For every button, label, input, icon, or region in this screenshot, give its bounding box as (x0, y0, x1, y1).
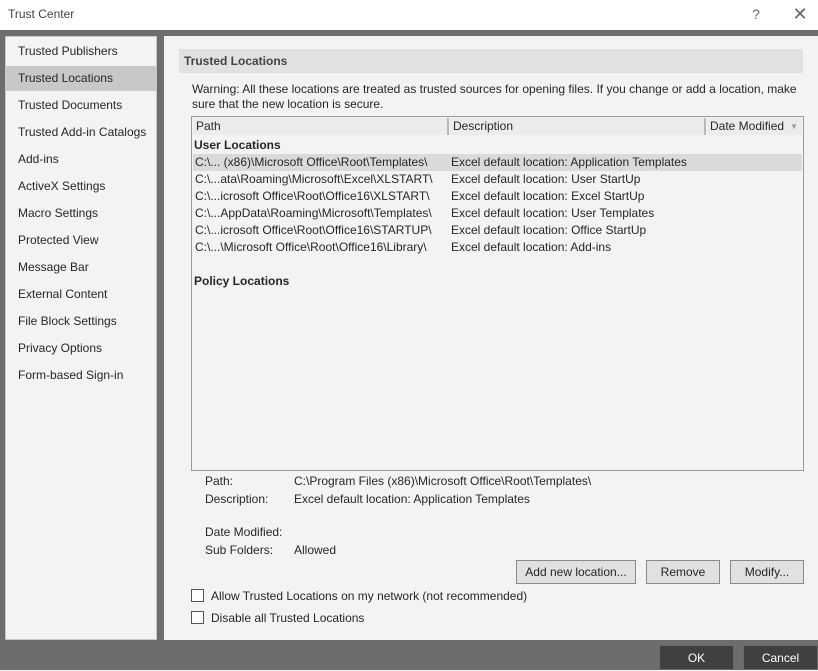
column-header-date-modified[interactable]: Date Modified ▼ (707, 118, 802, 135)
row-path: C:\...ata\Roaming\Microsoft\Excel\XLSTAR… (195, 172, 433, 186)
close-icon[interactable]: ✕ (790, 4, 810, 24)
group-label-policy-locations: Policy Locations (194, 274, 290, 288)
sidebar-item-activex-settings[interactable]: ActiveX Settings (6, 174, 156, 199)
row-description: Excel default location: Office StartUp (451, 223, 647, 237)
row-description: Excel default location: Application Temp… (451, 155, 687, 169)
allow-network-label[interactable]: Allow Trusted Locations on my network (n… (211, 588, 527, 604)
row-description: Excel default location: User StartUp (451, 172, 641, 186)
detail-sub-folders-value: Allowed (294, 543, 337, 557)
sidebar-item-form-based-sign-in[interactable]: Form-based Sign-in (6, 363, 156, 388)
sidebar-item-message-bar[interactable]: Message Bar (6, 255, 156, 280)
help-icon[interactable]: ? (746, 4, 766, 24)
sidebar: Trusted Publishers Trusted Locations Tru… (5, 36, 157, 640)
column-header-path[interactable]: Path (193, 118, 449, 135)
locations-list[interactable]: Path Description Date Modified ▼ User Lo… (191, 116, 804, 471)
row-description: Excel default location: Excel StartUp (451, 189, 645, 203)
sidebar-item-external-content[interactable]: External Content (6, 282, 156, 307)
column-header-date-modified-label: Date Modified (710, 119, 785, 133)
detail-date-modified-label: Date Modified: (205, 525, 283, 539)
detail-sub-folders-label: Sub Folders: (205, 543, 274, 557)
row-description: Excel default location: User Templates (451, 206, 655, 220)
row-path: C:\... (x86)\Microsoft Office\Root\Templ… (195, 155, 428, 169)
row-path: C:\...AppData\Roaming\Microsoft\Template… (195, 206, 432, 220)
window-title: Trust Center (8, 7, 75, 21)
detail-path-value: C:\Program Files (x86)\Microsoft Office\… (294, 474, 592, 488)
sidebar-item-privacy-options[interactable]: Privacy Options (6, 336, 156, 361)
detail-description-label: Description: (205, 492, 269, 506)
row-path: C:\...icrosoft Office\Root\Office16\STAR… (195, 223, 432, 237)
sidebar-item-trusted-documents[interactable]: Trusted Documents (6, 93, 156, 118)
detail-path-label: Path: (205, 474, 234, 488)
modify-button[interactable]: Modify... (730, 560, 804, 584)
sort-descending-icon: ▼ (790, 122, 798, 131)
sidebar-item-trusted-publishers[interactable]: Trusted Publishers (6, 39, 156, 64)
row-path: C:\...icrosoft Office\Root\Office16\XLST… (195, 189, 430, 203)
sidebar-item-trusted-add-in-catalogs[interactable]: Trusted Add-in Catalogs (6, 120, 156, 145)
sidebar-item-macro-settings[interactable]: Macro Settings (6, 201, 156, 226)
table-row[interactable]: C:\...\Microsoft Office\Root\Office16\Li… (193, 239, 802, 256)
ok-button[interactable]: OK (659, 645, 734, 670)
table-row[interactable]: C:\...AppData\Roaming\Microsoft\Template… (193, 205, 802, 222)
title-bar: Trust Center ? ✕ (0, 0, 818, 30)
cancel-button[interactable]: Cancel (743, 645, 818, 670)
checkbox-box[interactable] (191, 589, 204, 602)
main-panel: Trusted Locations Warning: All these loc… (164, 36, 818, 640)
row-path: C:\...\Microsoft Office\Root\Office16\Li… (195, 240, 427, 254)
sidebar-item-trusted-locations[interactable]: Trusted Locations (6, 66, 156, 91)
group-label-user-locations: User Locations (194, 138, 281, 152)
table-row[interactable]: C:\... (x86)\Microsoft Office\Root\Templ… (193, 154, 802, 171)
warning-text: Warning: All these locations are treated… (192, 82, 797, 111)
section-header: Trusted Locations (179, 49, 803, 73)
column-header-description[interactable]: Description (450, 118, 706, 135)
sidebar-item-add-ins[interactable]: Add-ins (6, 147, 156, 172)
row-description: Excel default location: Add-ins (451, 240, 612, 254)
disable-all-label[interactable]: Disable all Trusted Locations (211, 610, 364, 626)
detail-description-value: Excel default location: Application Temp… (294, 492, 530, 506)
sidebar-item-file-block-settings[interactable]: File Block Settings (6, 309, 156, 334)
table-row[interactable]: C:\...icrosoft Office\Root\Office16\STAR… (193, 222, 802, 239)
checkbox-box[interactable] (191, 611, 204, 624)
remove-button[interactable]: Remove (646, 560, 720, 584)
sidebar-item-protected-view[interactable]: Protected View (6, 228, 156, 253)
table-row[interactable]: C:\...ata\Roaming\Microsoft\Excel\XLSTAR… (193, 171, 802, 188)
table-row[interactable]: C:\...icrosoft Office\Root\Office16\XLST… (193, 188, 802, 205)
add-new-location-button[interactable]: Add new location... (516, 560, 636, 584)
